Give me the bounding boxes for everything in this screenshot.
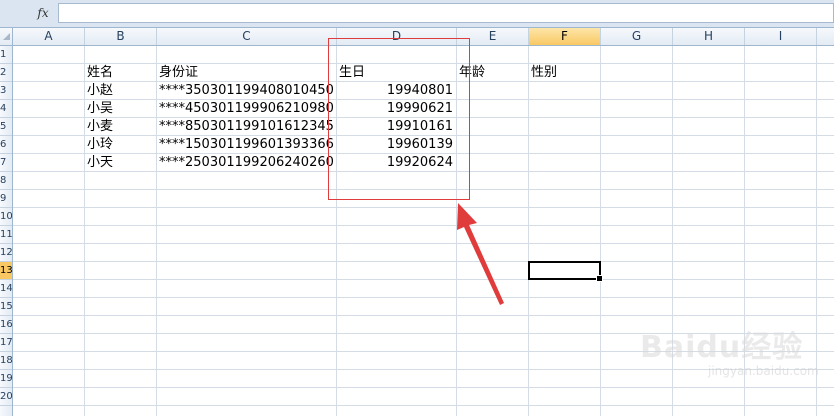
row-header-3[interactable]: 3 bbox=[0, 82, 12, 100]
row-header-8[interactable]: 8 bbox=[0, 172, 12, 190]
row-header-2[interactable]: 2 bbox=[0, 64, 12, 82]
gridline bbox=[13, 225, 834, 226]
column-header-g[interactable]: G bbox=[601, 28, 673, 45]
column-header-h[interactable]: H bbox=[673, 28, 745, 45]
gridline bbox=[13, 279, 834, 280]
table-row-id-card[interactable]: ****350301199408010450 bbox=[159, 82, 334, 100]
gridline bbox=[13, 297, 834, 298]
row-header-9[interactable]: 9 bbox=[0, 190, 12, 208]
column-header-f[interactable]: F bbox=[529, 28, 601, 45]
formula-bar: fx bbox=[0, 0, 834, 28]
column-header-i[interactable]: I bbox=[745, 28, 817, 45]
select-all-icon bbox=[3, 33, 10, 40]
row-header-20[interactable]: 20 bbox=[0, 388, 12, 406]
row-header-18[interactable]: 18 bbox=[0, 352, 12, 370]
gridline bbox=[84, 46, 85, 416]
cell-c2-header-id-card[interactable]: 身份证 bbox=[159, 64, 198, 82]
watermark-site: jingyan.baidu.com bbox=[708, 364, 819, 378]
active-cell-f13[interactable] bbox=[528, 261, 601, 280]
row-header-4[interactable]: 4 bbox=[0, 100, 12, 118]
table-row-name[interactable]: 小天 bbox=[87, 154, 113, 172]
row-header-7[interactable]: 7 bbox=[0, 154, 12, 172]
column-header-c[interactable]: C bbox=[157, 28, 337, 45]
baidu-watermark: Baidu经验 jingyan.baidu.com bbox=[640, 322, 830, 382]
table-row-id-card[interactable]: ****250301199206240260 bbox=[159, 154, 334, 172]
column-header-b[interactable]: B bbox=[85, 28, 157, 45]
gridline bbox=[13, 405, 834, 406]
row-header-6[interactable]: 6 bbox=[0, 136, 12, 154]
formula-input[interactable] bbox=[58, 3, 834, 23]
select-all-corner[interactable] bbox=[0, 28, 13, 45]
watermark-brand: Baidu经验 bbox=[640, 330, 804, 365]
gridline bbox=[13, 387, 834, 388]
annotation-arrow-icon bbox=[457, 203, 504, 305]
table-row-name[interactable]: 小赵 bbox=[87, 82, 113, 100]
cell-f2-header-gender[interactable]: 性别 bbox=[531, 64, 557, 82]
cell-b2-header-name[interactable]: 姓名 bbox=[87, 64, 113, 82]
row-header-16[interactable]: 16 bbox=[0, 316, 12, 334]
fx-icon[interactable]: fx bbox=[30, 4, 56, 23]
row-header-1[interactable]: 1 bbox=[0, 46, 12, 64]
table-row-name[interactable]: 小吴 bbox=[87, 100, 113, 118]
table-row-id-card[interactable]: ****150301199601393366 bbox=[159, 136, 334, 154]
gridline bbox=[13, 261, 834, 262]
gridline bbox=[600, 46, 601, 416]
table-row-id-card[interactable]: ****450301199906210980 bbox=[159, 100, 334, 118]
row-header-13[interactable]: 13 bbox=[0, 262, 12, 280]
fill-handle[interactable] bbox=[596, 275, 603, 282]
gridline bbox=[13, 243, 834, 244]
row-header-17[interactable]: 17 bbox=[0, 334, 12, 352]
annotation-highlight-box bbox=[328, 38, 470, 200]
table-row-name[interactable]: 小麦 bbox=[87, 118, 113, 136]
table-row-name[interactable]: 小玲 bbox=[87, 136, 113, 154]
row-header-column: 1 2 3 4 5 6 7 8 9 10 11 12 13 14 15 16 1… bbox=[0, 46, 13, 416]
row-header-10[interactable]: 10 bbox=[0, 208, 12, 226]
row-header-14[interactable]: 14 bbox=[0, 280, 12, 298]
gridline bbox=[156, 46, 157, 416]
row-header-19[interactable]: 19 bbox=[0, 370, 12, 388]
gridline bbox=[528, 46, 529, 416]
table-row-id-card[interactable]: ****850301199101612345 bbox=[159, 118, 334, 136]
row-header-15[interactable]: 15 bbox=[0, 298, 12, 316]
annotation-arrow-shape bbox=[457, 203, 504, 305]
row-header-12[interactable]: 12 bbox=[0, 244, 12, 262]
gridline bbox=[13, 315, 834, 316]
column-header-a[interactable]: A bbox=[13, 28, 85, 45]
row-header-5[interactable]: 5 bbox=[0, 118, 12, 136]
row-header-11[interactable]: 11 bbox=[0, 226, 12, 244]
gridline bbox=[13, 207, 834, 208]
